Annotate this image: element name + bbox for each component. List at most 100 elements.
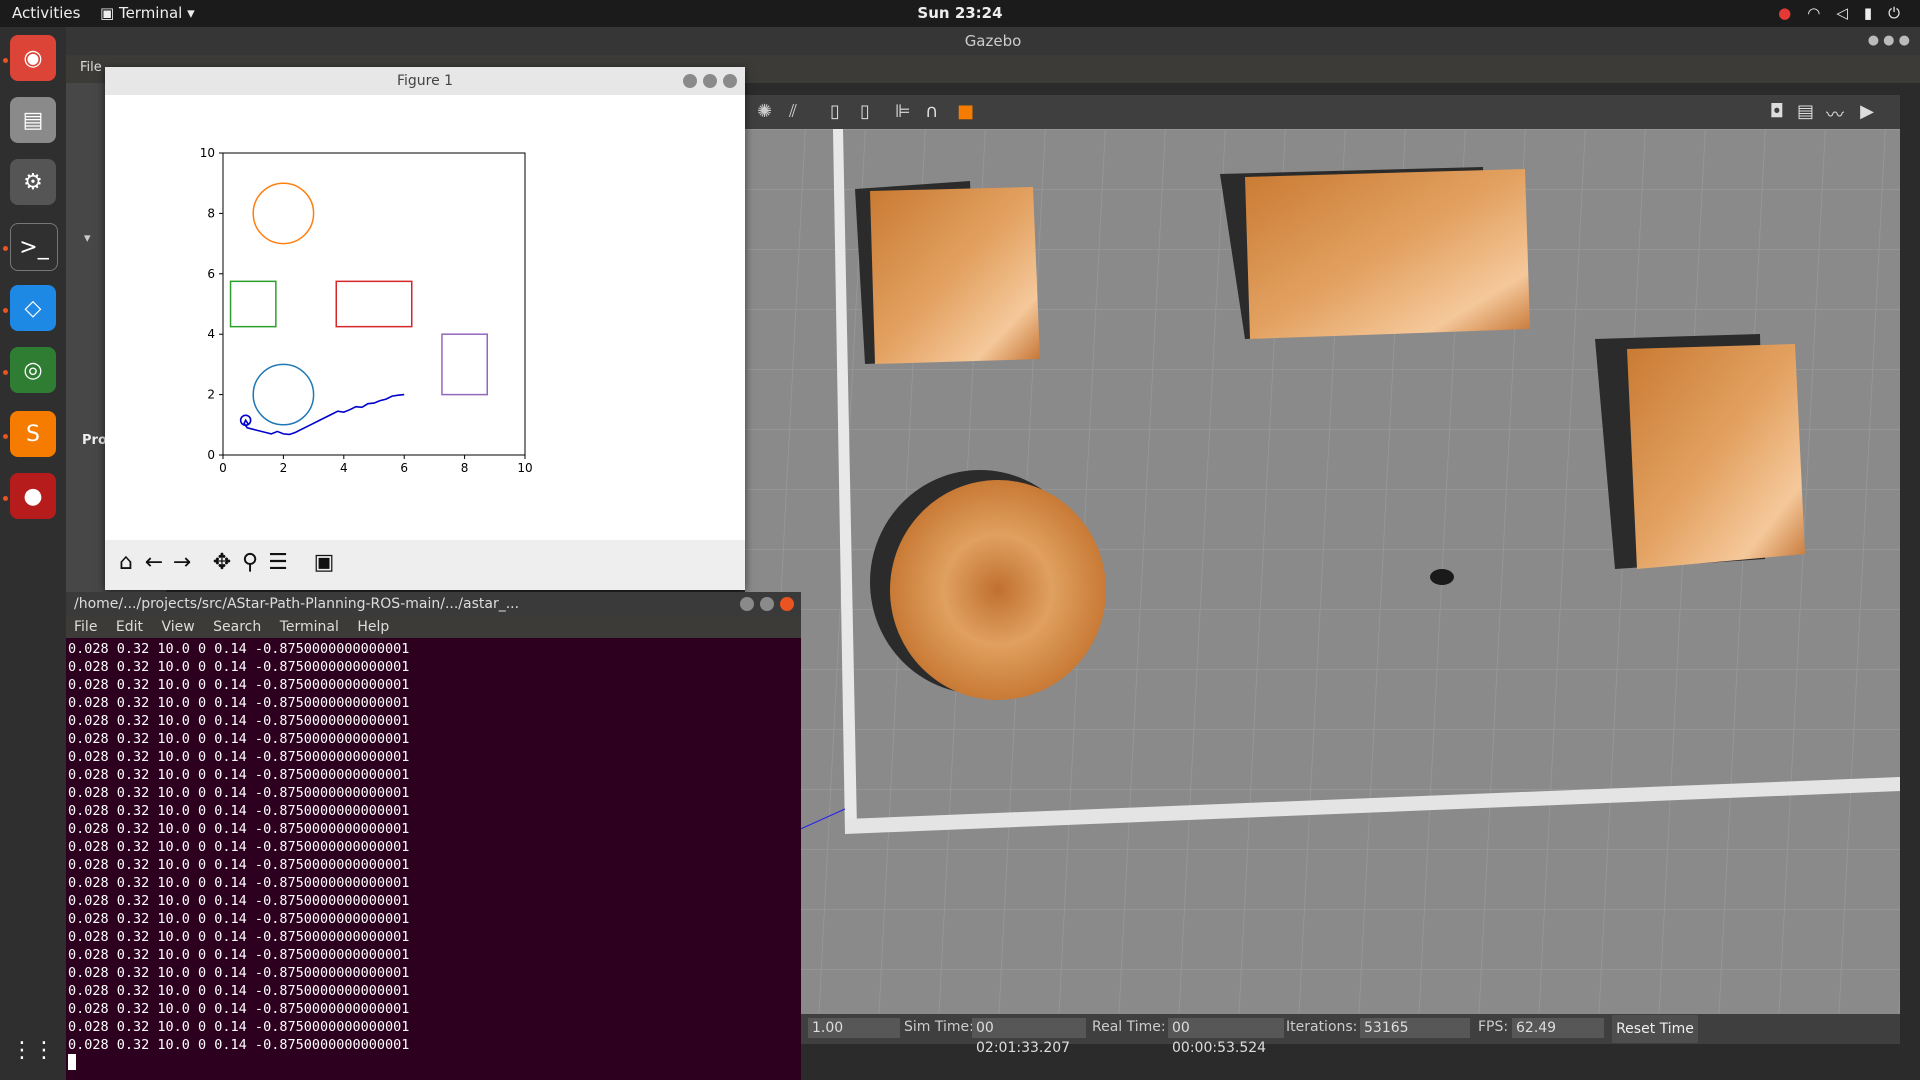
panel-collapse-icon[interactable]: ▾ <box>84 231 91 246</box>
fps-value: 62.49 <box>1512 1018 1604 1038</box>
zoom-icon[interactable]: ⚲ <box>237 550 263 576</box>
terminal-icon[interactable]: >_ <box>10 223 58 271</box>
volume-icon[interactable]: ◁ <box>1836 4 1848 22</box>
snap-icon[interactable]: ∩ <box>925 101 938 122</box>
gazebo-window-controls[interactable]: ● ● ● <box>1868 33 1910 48</box>
light-icon[interactable]: ✺ <box>757 101 772 122</box>
paste-icon[interactable]: ▯ <box>860 101 870 122</box>
terminal-line: 0.028 0.32 10.0 0 0.14 -0.87500000000000… <box>68 1019 410 1035</box>
terminal-line: 0.028 0.32 10.0 0 0.14 -0.87500000000000… <box>68 659 410 675</box>
wifi-icon[interactable]: ◠ <box>1807 4 1820 22</box>
files-icon[interactable]: ▤ <box>10 97 56 143</box>
obstacle-rect-2 <box>229 280 277 328</box>
settings-icon[interactable]: ⚙ <box>10 159 56 205</box>
battery-icon[interactable]: ▮ <box>1864 4 1872 22</box>
minimize-button[interactable] <box>683 74 697 88</box>
pan-icon[interactable]: ✥ <box>209 550 235 576</box>
save-icon[interactable]: ▣ <box>311 550 337 576</box>
directional-light-icon[interactable]: ⫽ <box>789 101 797 122</box>
forward-icon[interactable]: → <box>169 550 195 576</box>
terminal-line: 0.028 0.32 10.0 0 0.14 -0.87500000000000… <box>68 893 410 909</box>
gazebo-toolbar: ✺ ⫽ ▯ ▯ ⊫ ∩ ■ ◘ ▤ 〰 ▶ <box>745 95 1900 129</box>
obstacle-circle-1 <box>252 363 315 426</box>
real-time-label: Real Time: <box>1092 1019 1166 1035</box>
sublime-icon[interactable]: S <box>10 411 56 457</box>
x-tick-label: 0 <box>219 461 227 475</box>
terminal-maximize-button[interactable] <box>760 597 774 611</box>
box-2 <box>1245 169 1530 339</box>
power-icon[interactable]: ⏻ <box>1888 4 1900 22</box>
log-icon[interactable]: ▤ <box>1797 101 1814 122</box>
close-button[interactable] <box>723 74 737 88</box>
terminal-line: 0.028 0.32 10.0 0 0.14 -0.87500000000000… <box>68 875 410 891</box>
gazebo-icon[interactable]: ◎ <box>10 347 56 393</box>
obstacle-circle-0 <box>252 182 315 245</box>
x-tick-label: 8 <box>461 461 469 475</box>
app-name: Terminal <box>118 4 183 22</box>
clock[interactable]: Sun 23:24 <box>917 4 1002 22</box>
gazebo-menu-file[interactable]: File <box>80 60 102 75</box>
terminal-line: 0.028 0.32 10.0 0 0.14 -0.87500000000000… <box>68 767 410 783</box>
terminal-line: 0.028 0.32 10.0 0 0.14 -0.87500000000000… <box>68 731 410 747</box>
activities-button[interactable]: Activities <box>12 4 80 22</box>
terminal-line: 0.028 0.32 10.0 0 0.14 -0.87500000000000… <box>68 803 410 819</box>
iterations-label: Iterations: <box>1286 1019 1358 1035</box>
iterations-value: 53165 <box>1360 1018 1470 1038</box>
recorder-icon[interactable]: ● <box>10 473 56 519</box>
gazebo-window-title: Gazebo <box>66 27 1920 55</box>
reset-time-button[interactable]: Reset Time <box>1612 1015 1698 1043</box>
y-tick-label: 8 <box>207 206 215 220</box>
terminal-menu-search[interactable]: Search <box>213 619 261 635</box>
terminal-output[interactable]: 0.028 0.32 10.0 0 0.14 -0.87500000000000… <box>66 638 801 1070</box>
system-tray[interactable]: ● ◠ ◁ ▮ ⏻ <box>1778 4 1900 22</box>
video-icon[interactable]: ▶ <box>1860 101 1874 122</box>
chrome-icon[interactable]: ◉ <box>10 35 56 81</box>
plot-icon[interactable]: 〰 <box>1826 101 1844 127</box>
terminal-line: 0.028 0.32 10.0 0 0.14 -0.87500000000000… <box>68 911 410 927</box>
vscode-icon[interactable]: ◇ <box>10 285 56 331</box>
y-tick-label: 0 <box>207 448 215 462</box>
robot <box>1430 569 1454 585</box>
terminal-line: 0.028 0.32 10.0 0 0.14 -0.87500000000000… <box>68 821 410 837</box>
plot-canvas: 0 2 4 6 8 10 0 2 4 6 8 10 <box>105 95 745 540</box>
terminal-minimize-button[interactable] <box>740 597 754 611</box>
terminal-line: 0.028 0.32 10.0 0 0.14 -0.87500000000000… <box>68 839 410 855</box>
terminal-cursor <box>68 1054 76 1070</box>
sim-time-value: 00 02:01:33.207 <box>972 1018 1086 1056</box>
x-tick-label: 10 <box>517 461 532 475</box>
obstacle-rect-4 <box>441 333 489 396</box>
record-icon[interactable]: ● <box>1778 4 1791 22</box>
terminal-line: 0.028 0.32 10.0 0 0.14 -0.87500000000000… <box>68 929 410 945</box>
scene-graphic <box>745 129 1900 1044</box>
view-angle-icon[interactable]: ■ <box>957 101 974 122</box>
terminal-menu-help[interactable]: Help <box>357 619 389 635</box>
top-bar: Activities ▣ Terminal ▾ Sun 23:24 ● ◠ ◁ … <box>0 0 1920 27</box>
show-apps-icon[interactable]: ⋮⋮ <box>10 1027 56 1073</box>
terminal-line: 0.028 0.32 10.0 0 0.14 -0.87500000000000… <box>68 983 410 999</box>
back-icon[interactable]: ← <box>141 550 167 576</box>
screenshot-icon[interactable]: ◘ <box>1770 101 1784 122</box>
terminal-close-button[interactable] <box>780 597 794 611</box>
terminal-line: 0.028 0.32 10.0 0 0.14 -0.87500000000000… <box>68 857 410 873</box>
home-icon[interactable]: ⌂ <box>113 550 139 576</box>
figure-title: Figure 1 <box>105 67 745 95</box>
configure-icon[interactable]: ☰ <box>265 550 291 576</box>
terminal-menu-view[interactable]: View <box>161 619 194 635</box>
y-tick-label: 6 <box>207 267 215 281</box>
terminal-menu-terminal[interactable]: Terminal <box>280 619 339 635</box>
terminal-line: 0.028 0.32 10.0 0 0.14 -0.87500000000000… <box>68 785 410 801</box>
gazebo-panel-label[interactable]: Pro <box>82 433 107 448</box>
terminal-menu-edit[interactable]: Edit <box>116 619 143 635</box>
gazebo-status-bar: 1.00 Sim Time: 00 02:01:33.207 Real Time… <box>800 1014 1900 1056</box>
y-tick-label: 2 <box>207 388 215 402</box>
terminal-line: 0.028 0.32 10.0 0 0.14 -0.87500000000000… <box>68 1037 410 1053</box>
x-tick-label: 2 <box>280 461 288 475</box>
align-icon[interactable]: ⊫ <box>895 101 911 122</box>
gazebo-3d-viewport[interactable] <box>745 129 1900 1044</box>
terminal-menu-file[interactable]: File <box>74 619 97 635</box>
app-menu[interactable]: ▣ Terminal ▾ <box>100 4 195 22</box>
figure-toolbar: ⌂ ← → ✥ ⚲ ☰ ▣ <box>105 540 745 590</box>
plot-axes-frame <box>222 152 526 456</box>
maximize-button[interactable] <box>703 74 717 88</box>
copy-icon[interactable]: ▯ <box>830 101 840 122</box>
